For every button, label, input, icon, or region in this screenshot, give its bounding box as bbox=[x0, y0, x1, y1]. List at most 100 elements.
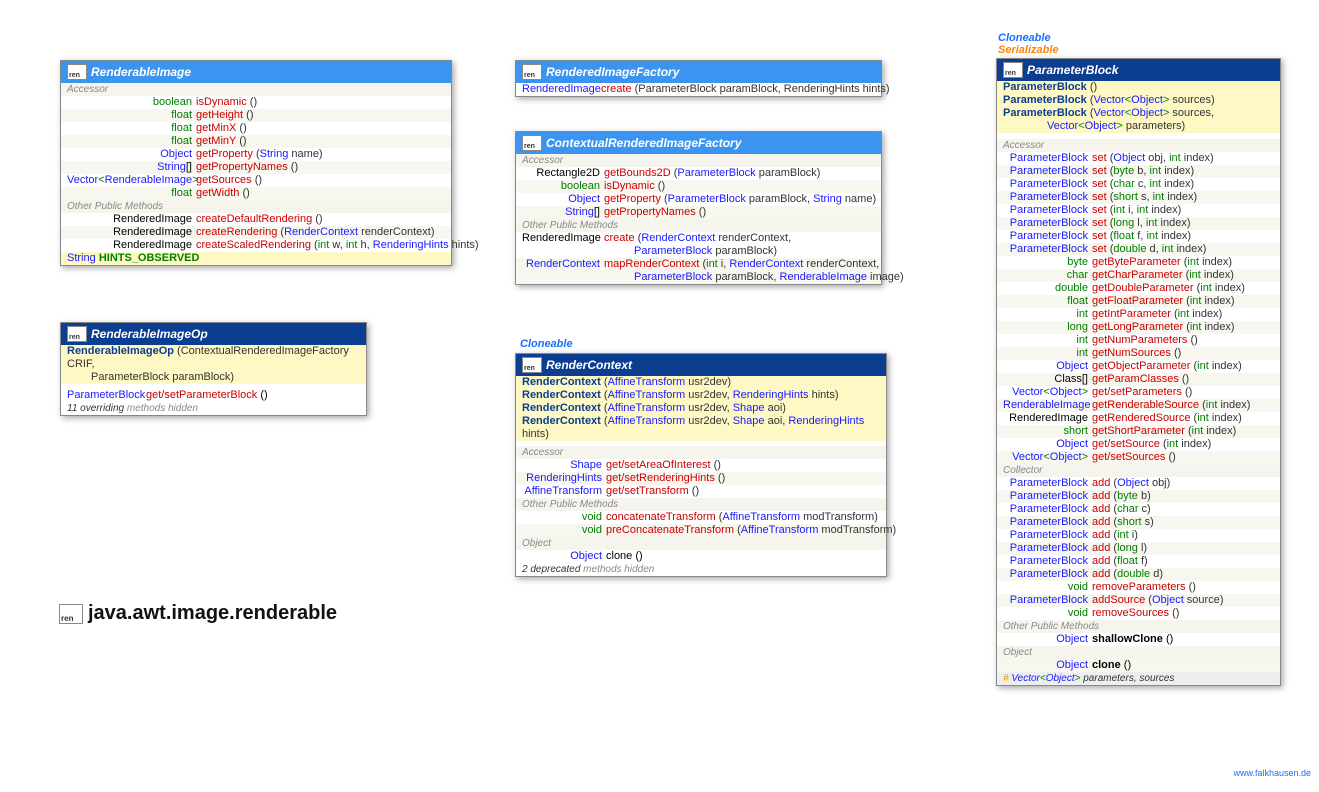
class-header: ren RenderableImage bbox=[61, 61, 451, 83]
method-row: floatgetHeight () bbox=[61, 109, 451, 122]
class-header: ren RenderedImageFactory bbox=[516, 61, 881, 83]
footer-note: 2 deprecated methods hidden bbox=[516, 563, 886, 576]
method-row: Object clone () bbox=[516, 550, 886, 563]
method-row: Object clone () bbox=[997, 659, 1280, 672]
class-title: RenderContext bbox=[546, 358, 632, 372]
footer-note: 11 overriding methods hidden bbox=[61, 402, 366, 415]
method-params: (ParameterBlock paramBlock, RenderingHin… bbox=[635, 83, 890, 95]
method-row: ParameterBlockadd (double d) bbox=[997, 568, 1280, 581]
method-row: intgetNumParameters () bbox=[997, 334, 1280, 347]
method-row: AffineTransformget/setTransform () bbox=[516, 485, 886, 498]
constant-row: String HINTS_OBSERVED bbox=[61, 252, 451, 265]
method-row: voidremoveSources () bbox=[997, 607, 1280, 620]
method-row: ParameterBlockadd (float f) bbox=[997, 555, 1280, 568]
ren-icon: ren bbox=[522, 135, 542, 151]
method-row: ParameterBlockadd (long l) bbox=[997, 542, 1280, 555]
constructor-row: ParameterBlock () bbox=[997, 81, 1280, 94]
method-name: create bbox=[601, 83, 632, 95]
method-row: ParameterBlockset (double d, int index) bbox=[997, 243, 1280, 256]
class-contextual-factory: ren ContextualRenderedImageFactory Acces… bbox=[515, 131, 882, 285]
constructor-row-cont: ParameterBlock paramBlock) bbox=[61, 371, 366, 384]
section-object: Object bbox=[516, 537, 886, 550]
method-row: ParameterBlockadd (short s) bbox=[997, 516, 1280, 529]
method-params: () bbox=[1166, 633, 1173, 645]
constructor-row: ParameterBlock (Vector<Object> sources, bbox=[997, 107, 1280, 120]
section-accessor: Accessor bbox=[516, 154, 881, 167]
method-params: () bbox=[1124, 659, 1131, 671]
method-row: ParameterBlockset (char c, int index) bbox=[997, 178, 1280, 191]
ren-icon: ren bbox=[522, 357, 542, 373]
method-row: RenderedImagegetRenderedSource (int inde… bbox=[997, 412, 1280, 425]
method-row: Objectget/setSource (int index) bbox=[997, 438, 1280, 451]
ren-icon: ren bbox=[67, 64, 87, 80]
constructor-row-cont: Vector<Object> parameters) bbox=[997, 120, 1280, 133]
method-row: Object shallowClone () bbox=[997, 633, 1280, 646]
method-row: ParameterBlockadd (char c) bbox=[997, 503, 1280, 516]
class-header: ren ContextualRenderedImageFactory bbox=[516, 132, 881, 154]
section-other: Other Public Methods bbox=[516, 498, 886, 511]
method-row: ParameterBlockset (float f, int index) bbox=[997, 230, 1280, 243]
return-type: Object bbox=[1003, 659, 1092, 672]
method-name: shallowClone bbox=[1092, 633, 1163, 645]
class-render-context: ren RenderContext RenderContext (AffineT… bbox=[515, 353, 887, 577]
method-row: ParameterBlockaddSource (Object source) bbox=[997, 594, 1280, 607]
constant-name: HINTS_OBSERVED bbox=[99, 252, 200, 264]
method-row: RenderedImagecreateRendering (RenderCont… bbox=[61, 226, 451, 239]
method-row-cont: ParameterBlock paramBlock) bbox=[516, 245, 881, 258]
class-title: RenderedImageFactory bbox=[546, 65, 679, 79]
ren-icon: ren bbox=[67, 326, 87, 342]
method-row: RenderedImagecreate (RenderContext rende… bbox=[516, 232, 881, 245]
method-row: floatgetMinY () bbox=[61, 135, 451, 148]
package-name: java.awt.image.renderable bbox=[88, 602, 337, 625]
method-row: bytegetByteParameter (int index) bbox=[997, 256, 1280, 269]
method-row: RenderingHintsget/setRenderingHints () bbox=[516, 472, 886, 485]
class-title: RenderableImageOp bbox=[91, 327, 208, 341]
method-row: Vector<Object>get/setSources () bbox=[997, 451, 1280, 464]
method-row: RenderedImage create (ParameterBlock par… bbox=[516, 83, 881, 96]
method-row: ParameterBlockadd (byte b) bbox=[997, 490, 1280, 503]
method-row: voidremoveParameters () bbox=[997, 581, 1280, 594]
method-row: ParameterBlockset (long l, int index) bbox=[997, 217, 1280, 230]
method-row: ObjectgetProperty (ParameterBlock paramB… bbox=[516, 193, 881, 206]
method-row: floatgetMinX () bbox=[61, 122, 451, 135]
constructor-row: ParameterBlock (Vector<Object> sources) bbox=[997, 94, 1280, 107]
class-rendered-image-factory: ren RenderedImageFactory RenderedImage c… bbox=[515, 60, 882, 97]
method-row: ParameterBlock get/setParameterBlock () bbox=[61, 389, 366, 402]
method-row: floatgetFloatParameter (int index) bbox=[997, 295, 1280, 308]
method-row: ParameterBlockset (int i, int index) bbox=[997, 204, 1280, 217]
credit-link[interactable]: www.falkhausen.de bbox=[1233, 768, 1311, 778]
section-other: Other Public Methods bbox=[997, 620, 1280, 633]
method-row: Class[]getParamClasses () bbox=[997, 373, 1280, 386]
interface-cloneable-label: Cloneable bbox=[998, 33, 1051, 44]
section-accessor: Accessor bbox=[516, 446, 886, 459]
interface-cloneable-label: Cloneable bbox=[520, 339, 573, 350]
method-params: () bbox=[635, 550, 642, 562]
package-title: ren java.awt.image.renderable bbox=[59, 602, 337, 625]
method-row: RenderContextmapRenderContext (int i, Re… bbox=[516, 258, 881, 271]
method-row: longgetLongParameter (int index) bbox=[997, 321, 1280, 334]
return-type: ParameterBlock bbox=[67, 389, 146, 402]
method-name: clone bbox=[1092, 659, 1121, 671]
method-row: floatgetWidth () bbox=[61, 187, 451, 200]
return-type: RenderedImage bbox=[522, 83, 601, 96]
section-other: Other Public Methods bbox=[516, 219, 881, 232]
class-renderable-image: ren RenderableImage Accessor booleanisDy… bbox=[60, 60, 452, 266]
method-row: booleanisDynamic () bbox=[516, 180, 881, 193]
class-title: ParameterBlock bbox=[1027, 63, 1118, 77]
method-row: String[]getPropertyNames () bbox=[61, 161, 451, 174]
method-row-cont: ParameterBlock paramBlock, RenderableIma… bbox=[516, 271, 881, 284]
ctor-params2: ParameterBlock paramBlock) bbox=[91, 371, 234, 383]
method-row: shortgetShortParameter (int index) bbox=[997, 425, 1280, 438]
method-row: ParameterBlockadd (int i) bbox=[997, 529, 1280, 542]
section-collector: Collector bbox=[997, 464, 1280, 477]
method-row: voidconcatenateTransform (AffineTransfor… bbox=[516, 511, 886, 524]
method-row: booleanisDynamic () bbox=[61, 96, 451, 109]
method-row: ParameterBlockset (short s, int index) bbox=[997, 191, 1280, 204]
ren-icon: ren bbox=[59, 604, 83, 624]
constructor-row: RenderContext (AffineTransform usr2dev, … bbox=[516, 402, 886, 415]
method-row: ObjectgetObjectParameter (int index) bbox=[997, 360, 1280, 373]
ctor-name: RenderableImageOp bbox=[67, 345, 174, 357]
footer-fields: # Vector<Object> parameters, sources bbox=[997, 672, 1280, 685]
return-type: Object bbox=[522, 550, 606, 563]
method-row: Shapeget/setAreaOfInterest () bbox=[516, 459, 886, 472]
